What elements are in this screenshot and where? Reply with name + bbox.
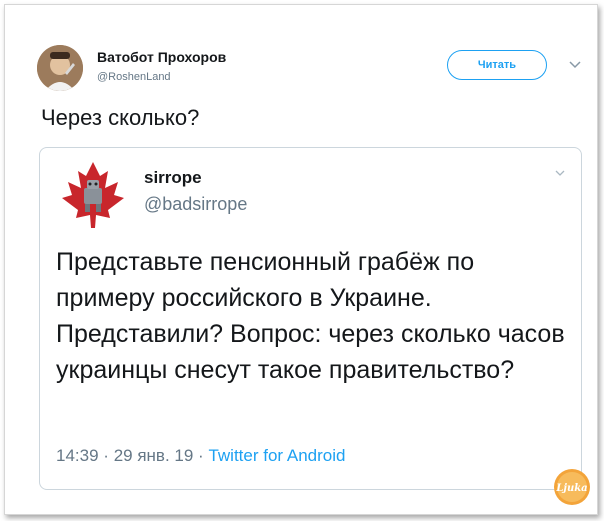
author-avatar[interactable] <box>37 45 83 91</box>
tweet-date[interactable]: 29 янв. 19 <box>114 446 194 465</box>
quoted-chevron-down-icon[interactable] <box>553 166 567 180</box>
author-handle[interactable]: @RoshenLand <box>97 71 171 83</box>
tweet-time: 14:39 <box>56 446 99 465</box>
tweet-source[interactable]: Twitter for Android <box>208 446 345 465</box>
quoted-author-handle[interactable]: @badsirrope <box>144 194 247 215</box>
meta-separator: · <box>103 446 109 465</box>
follow-button[interactable]: Читать <box>447 50 547 80</box>
meta-separator: · <box>198 446 204 465</box>
maple-leaf-robot-icon[interactable] <box>56 158 130 232</box>
author-name[interactable]: Ватобот Прохоров <box>97 49 226 65</box>
quoted-tweet-meta: 14:39 · 29 янв. 19 · Twitter for Android <box>56 446 345 466</box>
svg-text:Ljuka: Ljuka <box>555 483 587 494</box>
tweet-text: Через сколько? <box>41 105 200 130</box>
watermark-logo: Ljuka <box>552 467 592 507</box>
tweet-frame: Ватобот Прохоров @RoshenLand Читать Чере… <box>4 4 598 515</box>
quoted-author-name[interactable]: sirrope <box>144 168 202 188</box>
chevron-down-icon[interactable] <box>568 58 582 72</box>
quoted-tweet-card[interactable]: sirrope @badsirrope Представьте пенсионн… <box>39 147 582 490</box>
quoted-tweet-text: Представьте пенсионный грабёж по примеру… <box>56 248 565 384</box>
